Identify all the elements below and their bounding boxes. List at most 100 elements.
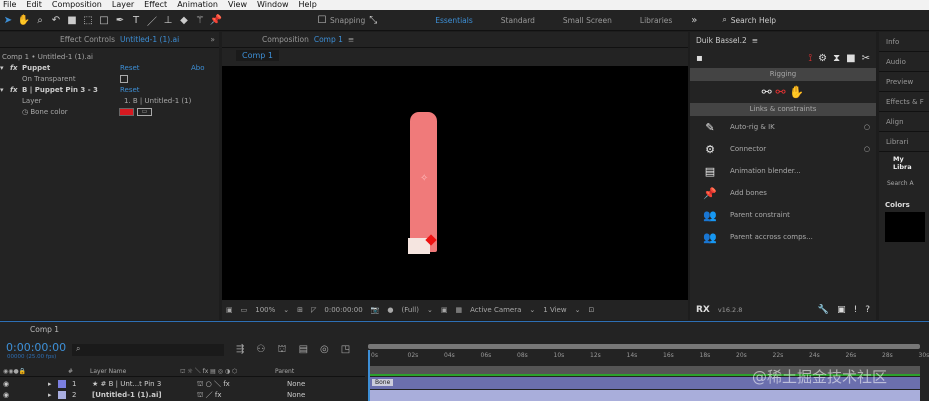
- layer-name[interactable]: [Untitled-1 (1).ai]: [92, 391, 197, 399]
- color-swatch[interactable]: [885, 212, 925, 242]
- zoom-tool-icon[interactable]: ⌕: [32, 15, 48, 26]
- puppet-pin-icon[interactable]: 📌: [208, 15, 224, 26]
- roto-brush-icon[interactable]: ⚚: [192, 15, 208, 26]
- transparency-grid-icon[interactable]: ▦: [455, 306, 462, 314]
- playhead[interactable]: [368, 350, 370, 401]
- settings-icon[interactable]: 🔧: [818, 305, 829, 315]
- zoom-select[interactable]: 100%: [255, 306, 275, 314]
- animation-blender-button[interactable]: ▤ Animation blender...: [690, 160, 876, 182]
- parent-across-comps-button[interactable]: 👥 Parent accross comps...: [690, 226, 876, 248]
- visibility-icon[interactable]: ◉: [0, 380, 48, 388]
- help-icon[interactable]: ?: [865, 305, 870, 315]
- controllers-icon[interactable]: ✋: [789, 85, 804, 99]
- comp-flowchart-icon[interactable]: ⇶: [236, 344, 244, 357]
- options-icon[interactable]: ○: [864, 145, 870, 153]
- toggle-pixel-icon[interactable]: ⊡: [588, 306, 594, 314]
- tab-info[interactable]: Info: [879, 32, 929, 52]
- library-search[interactable]: Search A: [879, 174, 929, 193]
- bone-color-swatch[interactable]: [119, 107, 134, 116]
- layer-bar-2[interactable]: [368, 390, 920, 401]
- on-transparent-checkbox[interactable]: [120, 74, 128, 83]
- menu-view[interactable]: View: [228, 0, 247, 10]
- reset-link[interactable]: Reset: [120, 86, 140, 94]
- panel-title[interactable]: Composition: [262, 35, 309, 44]
- shy-icon[interactable]: ⛫: [277, 344, 286, 357]
- rectangle-tool-icon[interactable]: □: [96, 15, 112, 26]
- snapping-checkbox[interactable]: ☐: [314, 15, 330, 26]
- camera-icon[interactable]: ■: [846, 53, 855, 64]
- menu-edit[interactable]: Edit: [26, 0, 42, 10]
- clone-stamp-icon[interactable]: ⊥: [160, 15, 176, 26]
- hand-tool-icon[interactable]: ✋: [16, 15, 32, 26]
- connector-button[interactable]: ⚙ Connector ○: [690, 138, 876, 160]
- view-layout-select[interactable]: 1 View: [543, 306, 566, 314]
- menu-file[interactable]: File: [3, 0, 16, 10]
- auto-rig-button[interactable]: ✎ Auto-rig & IK ○: [690, 116, 876, 138]
- tab-preview[interactable]: Preview: [879, 72, 929, 92]
- eyedropper-icon[interactable]: ▭: [137, 107, 152, 116]
- stopwatch-icon[interactable]: ◷: [22, 108, 30, 116]
- panel-title[interactable]: Effect Controls: [60, 35, 115, 44]
- bones-icon[interactable]: ⚯: [762, 85, 772, 99]
- color-icon[interactable]: ●: [387, 306, 393, 314]
- parent-select[interactable]: None: [287, 391, 357, 399]
- panel-title[interactable]: Duik Bassel.2: [696, 36, 747, 45]
- comp-viewer[interactable]: ✧: [222, 66, 688, 300]
- work-area-bar[interactable]: [368, 344, 920, 349]
- automation-icon[interactable]: ⚙: [818, 53, 827, 64]
- notes-icon[interactable]: ▪: [696, 53, 703, 64]
- workspace-essentials[interactable]: Essentials: [435, 16, 473, 25]
- tab-audio[interactable]: Audio: [879, 52, 929, 72]
- workspace-standard[interactable]: Standard: [501, 16, 535, 25]
- monitor-icon[interactable]: ▭: [241, 306, 248, 314]
- menu-animation[interactable]: Animation: [177, 0, 218, 10]
- tab-libraries[interactable]: Librari: [879, 132, 929, 152]
- draft-3d-icon[interactable]: ⚇: [256, 344, 265, 357]
- menu-help[interactable]: Help: [299, 0, 317, 10]
- graph-editor-icon[interactable]: ◳: [341, 344, 350, 357]
- about-link[interactable]: Abo: [191, 64, 205, 72]
- col-parent[interactable]: Parent: [275, 368, 294, 375]
- workspace-small-screen[interactable]: Small Screen: [563, 16, 612, 25]
- expand-icon[interactable]: »: [210, 35, 215, 44]
- visibility-icon[interactable]: ◉: [0, 391, 48, 399]
- roi-icon[interactable]: ▣: [441, 306, 448, 314]
- tab-effects[interactable]: Effects & F: [879, 92, 929, 112]
- my-library[interactable]: My Libra: [879, 152, 929, 174]
- rotate-tool-icon[interactable]: ↶: [48, 15, 64, 26]
- search-help-input[interactable]: Search Help: [731, 16, 776, 25]
- menu-layer[interactable]: Layer: [112, 0, 134, 10]
- workspace-libraries[interactable]: Libraries: [640, 16, 672, 25]
- always-preview-icon[interactable]: ▣: [226, 306, 233, 314]
- snapshot-icon[interactable]: 📷: [371, 306, 380, 314]
- current-time[interactable]: 0:00:00:00: [324, 306, 362, 314]
- parent-select[interactable]: None: [287, 380, 357, 388]
- snap-icon[interactable]: ⤡: [365, 15, 381, 26]
- mask-icon[interactable]: ◸: [311, 306, 316, 314]
- menu-effect[interactable]: Effect: [144, 0, 167, 10]
- timecode[interactable]: 0:00:00:00: [6, 341, 66, 354]
- col-layer-name[interactable]: Layer Name: [90, 368, 180, 375]
- camera-tool-icon[interactable]: ■: [64, 15, 80, 26]
- effect-puppet-pin[interactable]: B | Puppet Pin 3 - 3: [22, 86, 98, 94]
- menu-composition[interactable]: Composition: [52, 0, 102, 10]
- motion-blur-icon[interactable]: ◎: [320, 344, 329, 357]
- label-color[interactable]: [58, 379, 66, 388]
- more-workspaces-icon[interactable]: »: [686, 15, 702, 26]
- pen-tool-icon[interactable]: ✒: [112, 15, 128, 26]
- menu-window[interactable]: Window: [257, 0, 289, 10]
- layer-name[interactable]: ★ # B | Unt...t Pin 3: [92, 380, 197, 388]
- tab-align[interactable]: Align: [879, 112, 929, 132]
- colors-header[interactable]: Colors: [879, 193, 929, 212]
- brush-tool-icon[interactable]: ／: [144, 13, 160, 28]
- reset-link[interactable]: Reset: [120, 64, 140, 72]
- feedback-icon[interactable]: !: [854, 305, 858, 315]
- camera-select[interactable]: Active Camera: [470, 306, 521, 314]
- links-icon[interactable]: ⚯: [776, 85, 786, 99]
- parent-constraint-button[interactable]: 👥 Parent constraint: [690, 204, 876, 226]
- add-bones-button[interactable]: 📌 Add bones: [690, 182, 876, 204]
- selection-tool-icon[interactable]: ➤: [0, 15, 16, 26]
- chat-icon[interactable]: ▣: [837, 305, 846, 315]
- rigging-icon[interactable]: ⟟: [808, 53, 812, 64]
- layer-row[interactable]: ◉ ▸ 1 ★ # B | Unt...t Pin 3 ⛫ ○ ＼ fx None: [0, 378, 365, 389]
